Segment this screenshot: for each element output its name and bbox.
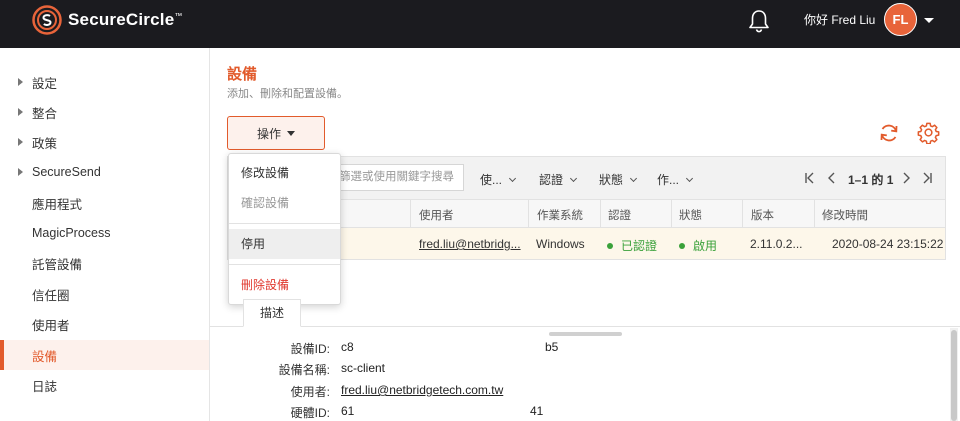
hardware-id-label: 硬體ID: [290, 406, 330, 420]
sidebar-item-managed-devices[interactable]: 託管設備 [0, 248, 209, 278]
sidebar-item-integrations[interactable]: 整合 [0, 97, 209, 127]
actions-menu: 修改設備 確認設備 停用 刪除設備 [228, 153, 341, 305]
filter-status[interactable]: 狀態 [599, 171, 638, 188]
menu-item-disable[interactable]: 停用 [229, 229, 340, 259]
status-dot-icon [607, 243, 613, 249]
brand-name: SecureCircle™ [68, 10, 183, 29]
device-id-label: 設備ID: [290, 342, 330, 356]
menu-divider [229, 264, 340, 265]
hardware-id-value-suffix: 41 [530, 404, 544, 418]
sidebar-item-devices[interactable]: 設備 [0, 340, 209, 370]
refresh-icon[interactable] [878, 122, 900, 144]
device-user-label: 使用者: [290, 385, 330, 399]
page-title: 設備 [227, 66, 258, 83]
filter-user[interactable]: 使... [480, 171, 517, 188]
chevron-down-icon [508, 174, 517, 182]
first-page-icon[interactable] [803, 171, 817, 185]
next-page-icon[interactable] [900, 171, 912, 185]
user-avatar[interactable]: FL [884, 3, 917, 36]
sidebar: 設定 整合 政策 SecureSend 應用程式 MagicProcess 託管… [0, 48, 210, 421]
hardware-id-value: 61 [341, 404, 355, 418]
device-id-value-suffix: b5 [545, 340, 559, 354]
sidebar-item-policies[interactable]: 政策 [0, 127, 209, 157]
user-greeting: 你好 Fred Liu [804, 13, 876, 27]
menu-divider [229, 223, 340, 224]
search-input[interactable]: 篩選或使用關鍵字搜尋 [328, 164, 464, 191]
vertical-scrollbar-thumb[interactable] [951, 330, 957, 421]
detail-tab-divider [210, 326, 960, 327]
page-subtitle: 添加、刪除和配置設備。 [227, 88, 348, 100]
sidebar-item-securesend[interactable]: SecureSend [0, 157, 209, 187]
column-header-version[interactable]: 版本 [751, 207, 774, 223]
sidebar-item-circles[interactable]: 信任圈 [0, 279, 209, 309]
actions-button-label: 操作 [256, 126, 281, 141]
row-user-link[interactable]: fred.liu@netbridg... [419, 237, 521, 251]
caret-down-icon [287, 130, 295, 136]
menu-item-edit-device[interactable]: 修改設備 [229, 158, 340, 188]
row-enabled-status: 啟用 [679, 237, 717, 254]
sidebar-item-magicprocess[interactable]: MagicProcess [0, 218, 209, 248]
row-os: Windows [536, 237, 585, 251]
row-auth-status: 已認證 [607, 237, 657, 254]
column-header-status[interactable]: 狀態 [679, 207, 702, 223]
device-name-label: 設備名稱: [278, 363, 330, 377]
device-id-value: c8 [341, 340, 354, 354]
menu-item-delete-device[interactable]: 刪除設備 [229, 270, 340, 300]
securecircle-logo[interactable]: SecureCircle™ [32, 5, 183, 35]
row-version: 2.11.0.2... [750, 237, 803, 251]
tab-description[interactable]: 描述 [243, 299, 301, 327]
column-header-os[interactable]: 作業系統 [537, 207, 583, 223]
last-page-icon[interactable] [920, 171, 934, 185]
expand-arrow-icon [18, 168, 23, 176]
menu-item-confirm-device: 確認設備 [241, 196, 290, 210]
expand-arrow-icon [18, 108, 23, 116]
settings-gear-icon[interactable] [917, 121, 940, 144]
status-dot-icon [679, 243, 685, 249]
chevron-down-icon [629, 174, 638, 182]
row-modified-time: 2020-08-24 23:15:22 [832, 237, 944, 251]
chevron-down-icon [685, 174, 694, 182]
expand-arrow-icon [18, 138, 23, 146]
sidebar-item-logs[interactable]: 日誌 [0, 370, 209, 400]
column-header-auth[interactable]: 認證 [608, 207, 631, 223]
device-user-link[interactable]: fred.liu@netbridgetech.com.tw [341, 383, 503, 397]
filter-os[interactable]: 作... [657, 171, 694, 188]
notification-bell-icon[interactable] [746, 8, 772, 34]
device-name-value: sc-client [341, 361, 386, 375]
column-header-user[interactable]: 使用者 [419, 207, 454, 223]
horizontal-scrollbar[interactable] [549, 332, 622, 336]
previous-page-icon[interactable] [826, 171, 838, 185]
actions-dropdown-button[interactable]: 操作 [227, 116, 325, 150]
securecircle-logo-icon [32, 5, 62, 35]
filter-authentication[interactable]: 認證 [539, 171, 578, 188]
sidebar-item-users[interactable]: 使用者 [0, 309, 209, 339]
top-bar: SecureCircle™ 你好 Fred Liu FL [0, 0, 960, 48]
sidebar-item-settings[interactable]: 設定 [0, 67, 209, 97]
expand-arrow-icon [18, 78, 23, 86]
chevron-down-icon [569, 174, 578, 182]
user-menu-caret-icon[interactable] [924, 18, 934, 23]
column-header-modified[interactable]: 修改時間 [822, 207, 868, 223]
pagination-range: 1–1 的 1 [848, 173, 894, 187]
sidebar-item-applications[interactable]: 應用程式 [0, 188, 209, 218]
